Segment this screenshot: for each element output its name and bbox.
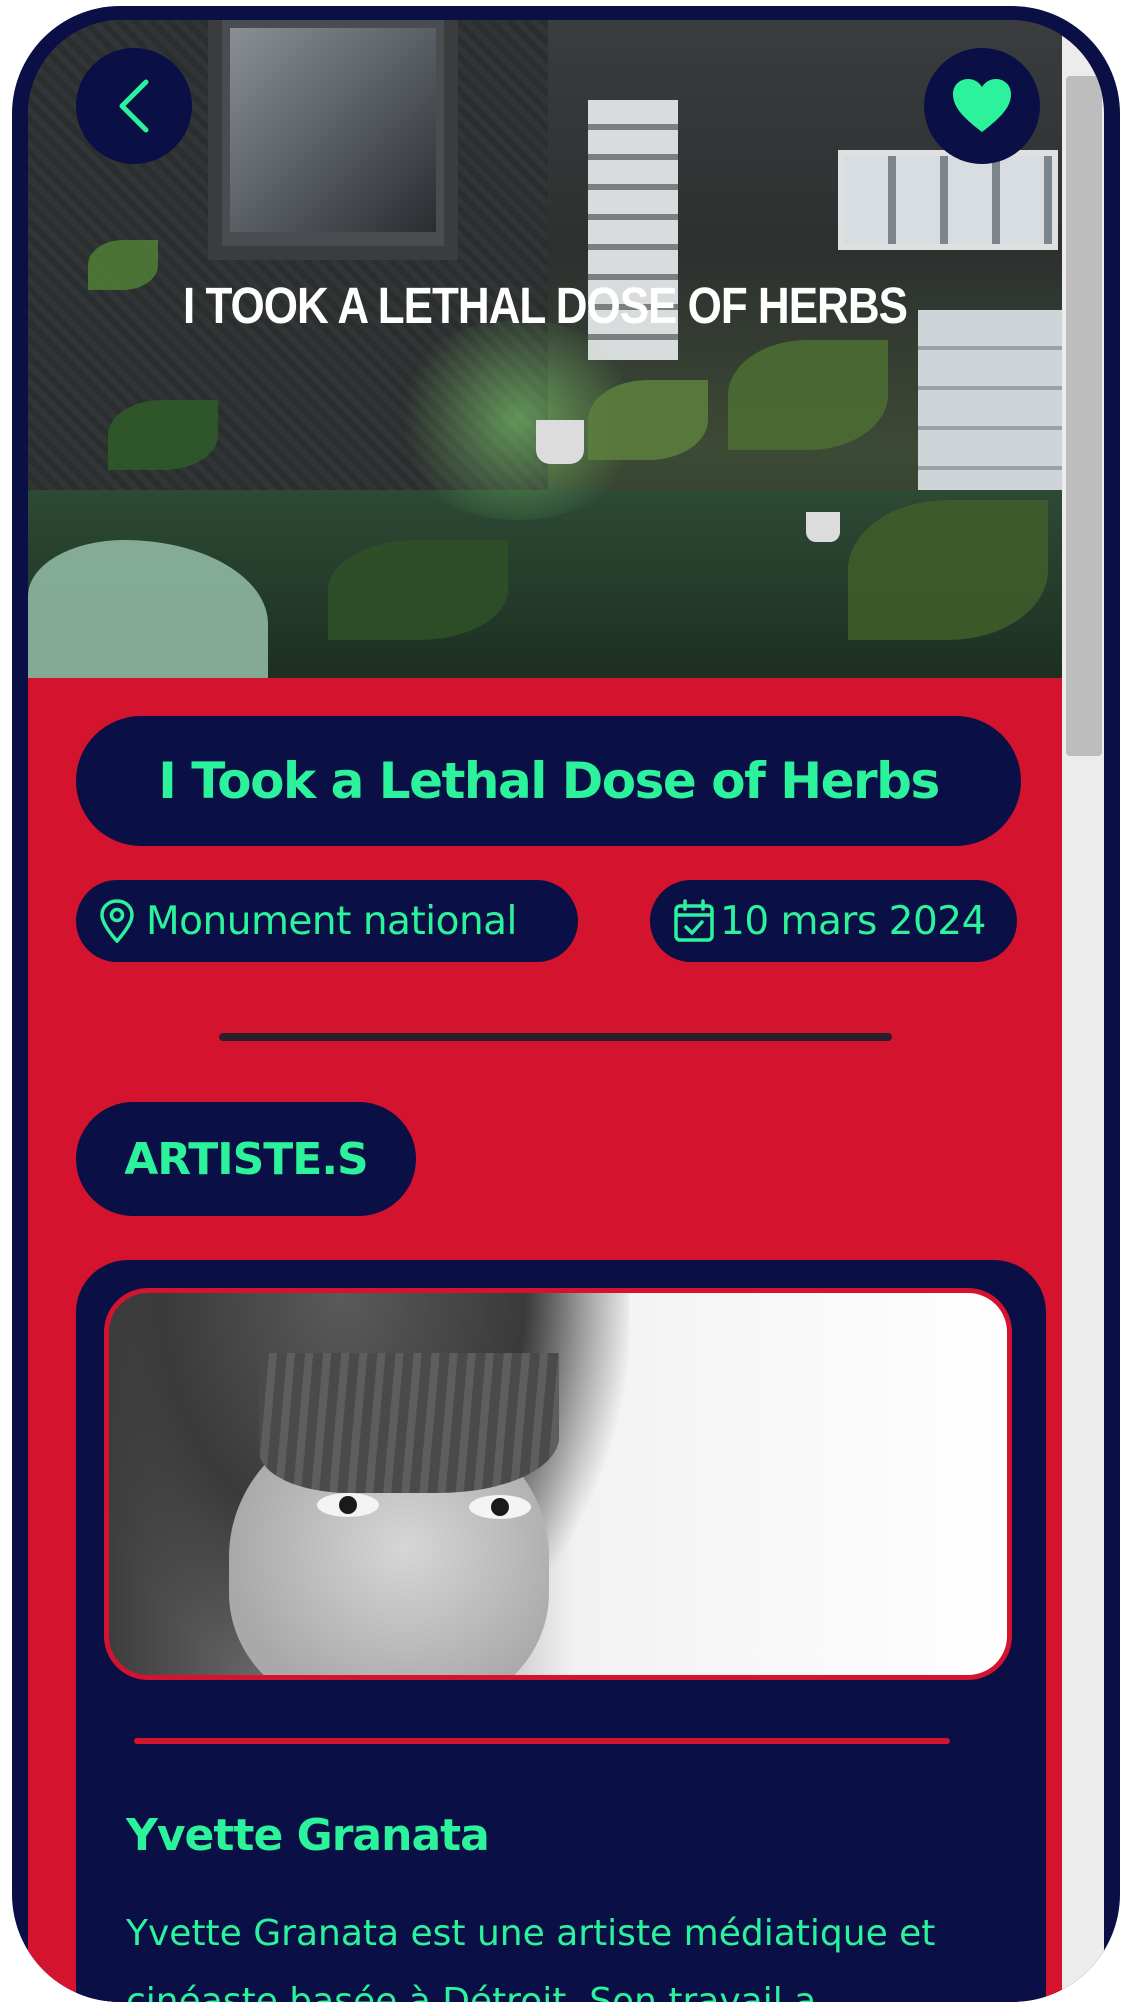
hero-caption: I TOOK A LETHAL DOSE OF HERBS — [183, 278, 908, 335]
artist-divider — [134, 1738, 950, 1744]
artist-bio: Yvette Granata est une artiste médiatiqu… — [126, 1913, 936, 2002]
location-text: Monument national — [146, 898, 517, 944]
artists-section-label: ARTISTE.S — [124, 1133, 369, 1185]
map-pin-icon — [100, 899, 134, 943]
date-text: 10 mars 2024 — [720, 898, 986, 944]
calendar-check-icon — [674, 899, 714, 942]
event-title-pill: I Took a Lethal Dose of Herbs — [76, 716, 1021, 846]
heart-icon — [953, 79, 1011, 132]
artist-card[interactable]: Yvette Granata Yvette Granata est une ar… — [76, 1260, 1046, 2002]
event-title: I Took a Lethal Dose of Herbs — [158, 752, 940, 810]
favorite-button[interactable] — [924, 48, 1040, 164]
artist-name: Yvette Granata — [126, 1810, 490, 1861]
divider — [219, 1033, 892, 1041]
artists-section-label-pill: ARTISTE.S — [76, 1102, 416, 1216]
scrollbar-thumb[interactable] — [1066, 76, 1102, 756]
event-detail-page[interactable]: I TOOK A LETHAL DOSE OF HERBS I Took a L… — [28, 20, 1062, 2002]
screen: I TOOK A LETHAL DOSE OF HERBS I Took a L… — [28, 20, 1104, 2002]
location-pill[interactable]: Monument national — [76, 880, 578, 962]
phone-frame: I TOOK A LETHAL DOSE OF HERBS I Took a L… — [12, 6, 1120, 2002]
date-pill[interactable]: 10 mars 2024 — [650, 880, 1017, 962]
back-button[interactable] — [76, 48, 192, 164]
scrollbar[interactable] — [1062, 20, 1104, 2002]
hero-tv — [208, 20, 458, 260]
artist-photo — [104, 1288, 1012, 1680]
chevron-left-icon — [119, 79, 149, 133]
